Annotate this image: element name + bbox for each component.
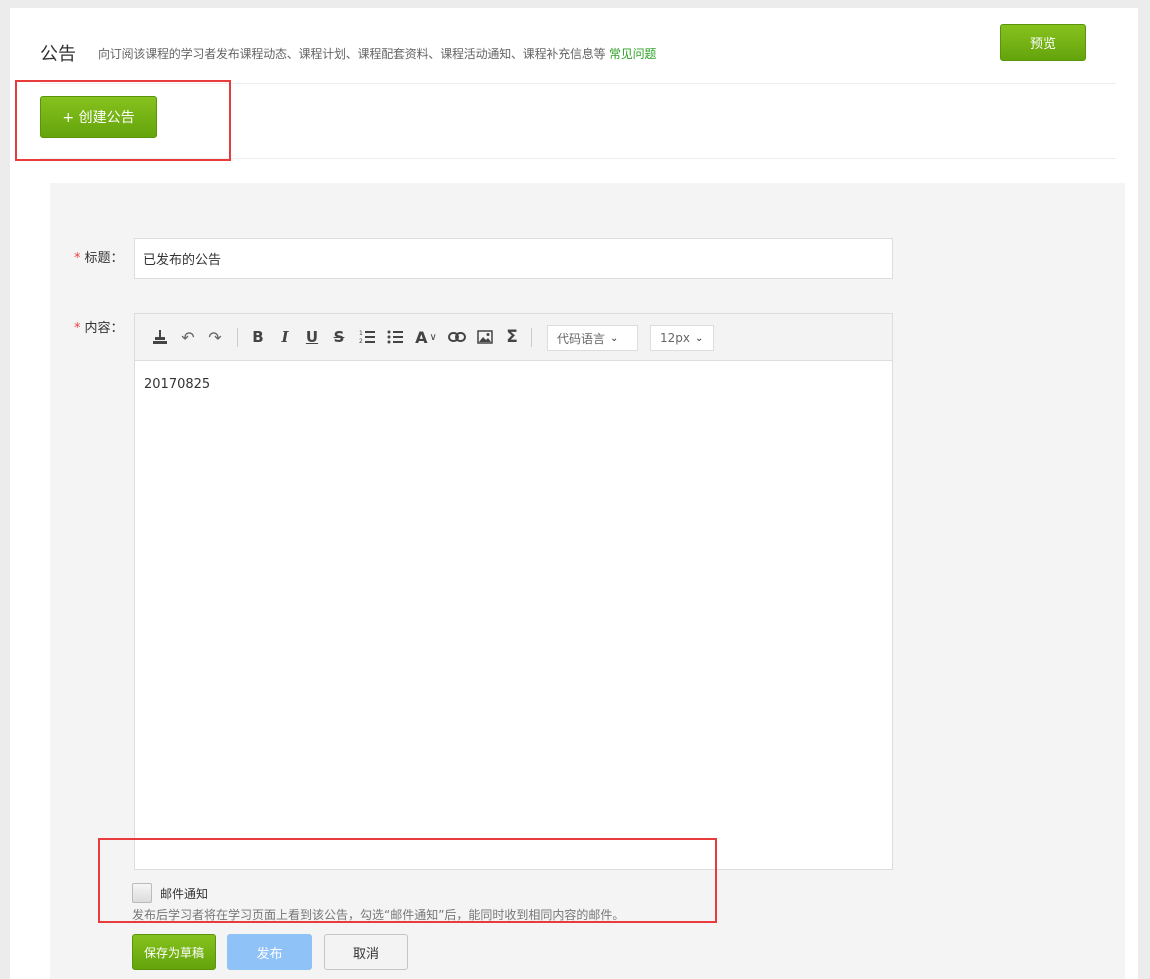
content-label-text: 内容： — [84, 321, 124, 336]
email-notify-label[interactable]: 邮件通知 — [160, 885, 208, 902]
email-notify-checkbox[interactable] — [132, 883, 152, 903]
editor-toolbar: ↶ ↷ B I U S 12 A ∨ Σ 代码语言 ⌄ 12px ⌄ — [135, 314, 892, 361]
description-text: 向订阅该课程的学习者发布课程动态、课程计划、课程配套资料、课程活动通知、课程补充… — [98, 47, 606, 61]
cancel-button[interactable]: 取消 — [324, 934, 408, 970]
chevron-down-icon: ⌄ — [610, 332, 619, 344]
rich-text-editor: ↶ ↷ B I U S 12 A ∨ Σ 代码语言 ⌄ 12px ⌄ 20170… — [134, 313, 893, 870]
editor-content-text: 20170825 — [144, 377, 211, 392]
toolbar-divider — [531, 328, 532, 347]
link-icon[interactable] — [447, 326, 467, 348]
redo-icon[interactable]: ↷ — [205, 326, 225, 348]
title-input[interactable] — [134, 238, 893, 279]
page: 公告 向订阅该课程的学习者发布课程动态、课程计划、课程配套资料、课程活动通知、课… — [10, 8, 1138, 979]
font-size-select[interactable]: 12px ⌄ — [650, 325, 714, 351]
formula-icon[interactable]: Σ — [502, 326, 522, 348]
title-label: * 标题： — [74, 247, 124, 266]
announcement-form: *标题： *内容： ↶ ↷ B I U S 12 A — [50, 183, 1125, 979]
email-notify-row: 邮件通知 — [132, 883, 208, 903]
unordered-list-icon[interactable] — [385, 326, 405, 348]
font-color-icon[interactable]: A ∨ — [412, 326, 440, 348]
title-label-text: 标题： — [84, 251, 124, 266]
code-language-value: 代码语言 — [557, 331, 606, 346]
strikethrough-icon[interactable]: S — [330, 326, 348, 348]
required-mark: * — [74, 321, 81, 336]
image-icon[interactable] — [475, 326, 495, 348]
svg-text:2: 2 — [359, 338, 363, 345]
editor-content-area[interactable]: 20170825 — [135, 361, 892, 408]
code-language-select[interactable]: 代码语言 ⌄ — [547, 325, 638, 351]
font-size-value: 12px — [660, 331, 690, 345]
italic-icon[interactable]: I — [276, 326, 294, 348]
create-announcement-button[interactable]: + 创建公告 — [40, 96, 157, 138]
format-painter-icon[interactable] — [150, 326, 170, 348]
page-title: 公告 — [40, 44, 76, 65]
content-label: * 内容： — [74, 317, 124, 336]
toolbar-divider — [237, 328, 238, 347]
preview-button[interactable]: 预览 — [1000, 24, 1086, 61]
underline-icon[interactable]: U — [303, 326, 321, 348]
save-draft-button[interactable]: 保存为草稿 — [132, 934, 216, 970]
email-notify-hint: 发布后学习者将在学习页面上看到该公告，勾选“邮件通知”后，能同时收到相同内容的邮… — [132, 908, 625, 922]
page-header: 公告 向订阅该课程的学习者发布课程动态、课程计划、课程配套资料、课程活动通知、课… — [40, 8, 1116, 84]
ordered-list-icon[interactable]: 12 — [357, 326, 377, 348]
page-description: 向订阅该课程的学习者发布课程动态、课程计划、课程配套资料、课程活动通知、课程补充… — [98, 45, 656, 62]
chevron-down-icon: ⌄ — [695, 332, 704, 344]
undo-icon[interactable]: ↶ — [178, 326, 198, 348]
faq-link[interactable]: 常见问题 — [609, 47, 656, 61]
bold-icon[interactable]: B — [249, 326, 267, 348]
create-announcement-area: + 创建公告 — [40, 84, 1116, 159]
required-mark: * — [74, 251, 81, 266]
publish-button[interactable]: 发布 — [227, 934, 312, 970]
svg-text:1: 1 — [359, 330, 363, 337]
